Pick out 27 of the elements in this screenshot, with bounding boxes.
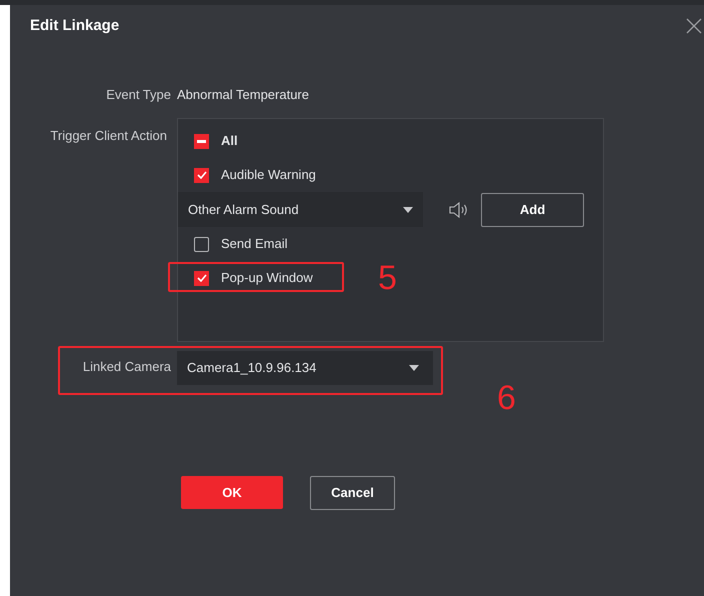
sound-select[interactable]: Other Alarm Sound	[178, 192, 423, 227]
checkbox-label: Audible Warning	[221, 166, 316, 184]
checkbox[interactable]	[194, 134, 209, 148]
close-icon[interactable]	[686, 18, 702, 34]
checkbox[interactable]	[194, 270, 209, 286]
field-label: Event Type	[105, 86, 171, 104]
annotation-number: 5	[378, 258, 397, 299]
check-icon	[196, 274, 206, 282]
checkbox[interactable]	[194, 236, 209, 252]
minus-icon	[197, 140, 206, 142]
checkbox[interactable]	[194, 168, 209, 182]
checkbox-label: All	[221, 132, 238, 150]
field-label: Linked Camera	[82, 358, 171, 376]
check-icon	[196, 171, 206, 179]
checkbox-label: Pop-up Window	[221, 269, 313, 288]
caret-icon	[403, 206, 413, 212]
checkbox-label: Send Email	[221, 235, 288, 254]
camera-select[interactable]: Camera1_10.9.96.134	[177, 351, 433, 385]
annotation-number: 6	[497, 378, 516, 419]
speaker-icon[interactable]	[449, 202, 469, 218]
dialog-title: Edit Linkage	[30, 16, 120, 36]
caret-icon	[409, 365, 419, 371]
cancel-button[interactable]: Cancel	[310, 476, 395, 510]
field-label: Trigger Client Action	[49, 127, 168, 145]
event-type-value: Abnormal Temperature	[177, 86, 309, 104]
ok-button[interactable]: OK	[181, 476, 283, 509]
add-button[interactable]: Add	[481, 192, 584, 226]
